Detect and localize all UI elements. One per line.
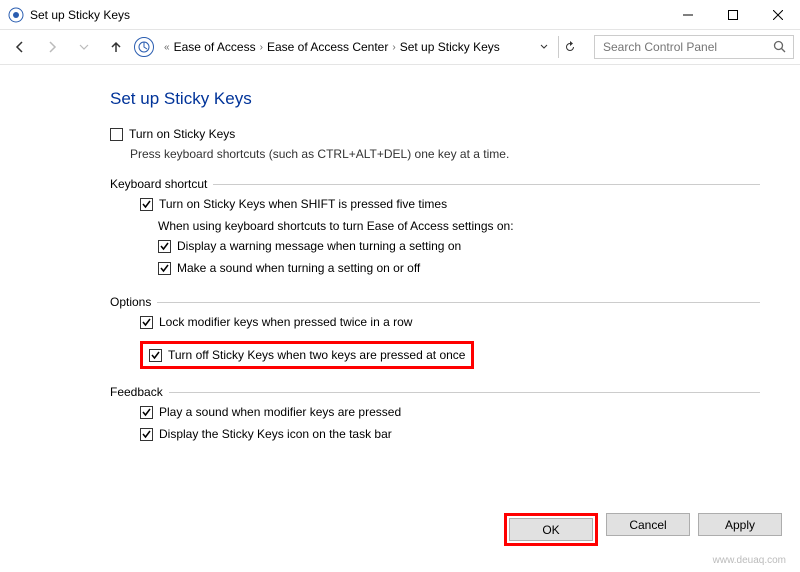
checkbox-label: Lock modifier keys when pressed twice in… xyxy=(159,315,412,329)
checkbox-play-sound[interactable]: Play a sound when modifier keys are pres… xyxy=(110,405,760,419)
chevron-left-icon: « xyxy=(162,42,172,53)
group-feedback: Feedback xyxy=(110,385,760,399)
group-title: Keyboard shortcut xyxy=(110,177,207,191)
nav-row: « Ease of Access › Ease of Access Center… xyxy=(0,30,800,64)
checkbox-icon[interactable] xyxy=(110,128,123,141)
highlight-box: Turn off Sticky Keys when two keys are p… xyxy=(140,341,474,369)
checkbox-icon[interactable] xyxy=(158,262,171,275)
checkbox-label: Make a sound when turning a setting on o… xyxy=(177,261,420,275)
group-title: Options xyxy=(110,295,151,309)
maximize-button[interactable] xyxy=(710,0,755,30)
group-keyboard-shortcut: Keyboard shortcut xyxy=(110,177,760,191)
breadcrumb-item[interactable]: Ease of Access xyxy=(174,40,256,54)
highlight-box: OK xyxy=(504,513,598,546)
checkbox-label: Display a warning message when turning a… xyxy=(177,239,461,253)
recent-dropdown[interactable] xyxy=(70,33,98,61)
refresh-button[interactable] xyxy=(558,36,580,58)
checkbox-icon[interactable] xyxy=(140,316,153,329)
checkbox-label: Turn off Sticky Keys when two keys are p… xyxy=(168,348,465,362)
apply-button[interactable]: Apply xyxy=(698,513,782,536)
breadcrumb-dropdown[interactable] xyxy=(536,36,552,58)
chevron-right-icon: › xyxy=(258,42,265,53)
back-button[interactable] xyxy=(6,33,34,61)
breadcrumb[interactable]: « Ease of Access › Ease of Access Center… xyxy=(158,35,584,59)
search-icon[interactable] xyxy=(773,40,787,54)
checkbox-icon[interactable] xyxy=(140,198,153,211)
forward-button[interactable] xyxy=(38,33,66,61)
checkbox-lock-modifier[interactable]: Lock modifier keys when pressed twice in… xyxy=(110,315,760,329)
checkbox-turn-off-highlighted[interactable]: Turn off Sticky Keys when two keys are p… xyxy=(110,341,760,369)
checkbox-show-icon[interactable]: Display the Sticky Keys icon on the task… xyxy=(110,427,760,441)
page-heading: Set up Sticky Keys xyxy=(110,89,760,109)
chevron-right-icon: › xyxy=(390,42,397,53)
watermark: www.deuaq.com xyxy=(713,555,786,566)
checkbox-label: Turn on Sticky Keys xyxy=(129,127,235,141)
up-button[interactable] xyxy=(102,33,130,61)
ok-button[interactable]: OK xyxy=(509,518,593,541)
checkbox-turn-on-sticky[interactable]: Turn on Sticky Keys xyxy=(110,127,760,141)
turn-on-desc: Press keyboard shortcuts (such as CTRL+A… xyxy=(130,147,760,161)
control-panel-icon xyxy=(134,37,154,57)
shortcut-subdesc: When using keyboard shortcuts to turn Ea… xyxy=(158,219,760,233)
app-icon xyxy=(8,7,24,23)
group-title: Feedback xyxy=(110,385,163,399)
checkbox-shift-five[interactable]: Turn on Sticky Keys when SHIFT is presse… xyxy=(110,197,760,211)
breadcrumb-item[interactable]: Ease of Access Center xyxy=(267,40,388,54)
checkbox-icon[interactable] xyxy=(149,349,162,362)
breadcrumb-item[interactable]: Set up Sticky Keys xyxy=(400,40,500,54)
content-area: Set up Sticky Keys Turn on Sticky Keys P… xyxy=(0,65,800,441)
search-input[interactable] xyxy=(601,39,773,55)
group-options: Options xyxy=(110,295,760,309)
checkbox-icon[interactable] xyxy=(140,406,153,419)
footer-buttons: OK Cancel Apply xyxy=(504,513,782,546)
checkbox-icon[interactable] xyxy=(140,428,153,441)
checkbox-label: Play a sound when modifier keys are pres… xyxy=(159,405,401,419)
close-button[interactable] xyxy=(755,0,800,30)
titlebar: Set up Sticky Keys xyxy=(0,0,800,30)
checkbox-sound[interactable]: Make a sound when turning a setting on o… xyxy=(110,261,760,275)
checkbox-label: Turn on Sticky Keys when SHIFT is presse… xyxy=(159,197,447,211)
checkbox-icon[interactable] xyxy=(158,240,171,253)
window-title: Set up Sticky Keys xyxy=(30,8,130,22)
search-box[interactable] xyxy=(594,35,794,59)
minimize-button[interactable] xyxy=(665,0,710,30)
cancel-button[interactable]: Cancel xyxy=(606,513,690,536)
checkbox-warn[interactable]: Display a warning message when turning a… xyxy=(110,239,760,253)
checkbox-label: Display the Sticky Keys icon on the task… xyxy=(159,427,392,441)
